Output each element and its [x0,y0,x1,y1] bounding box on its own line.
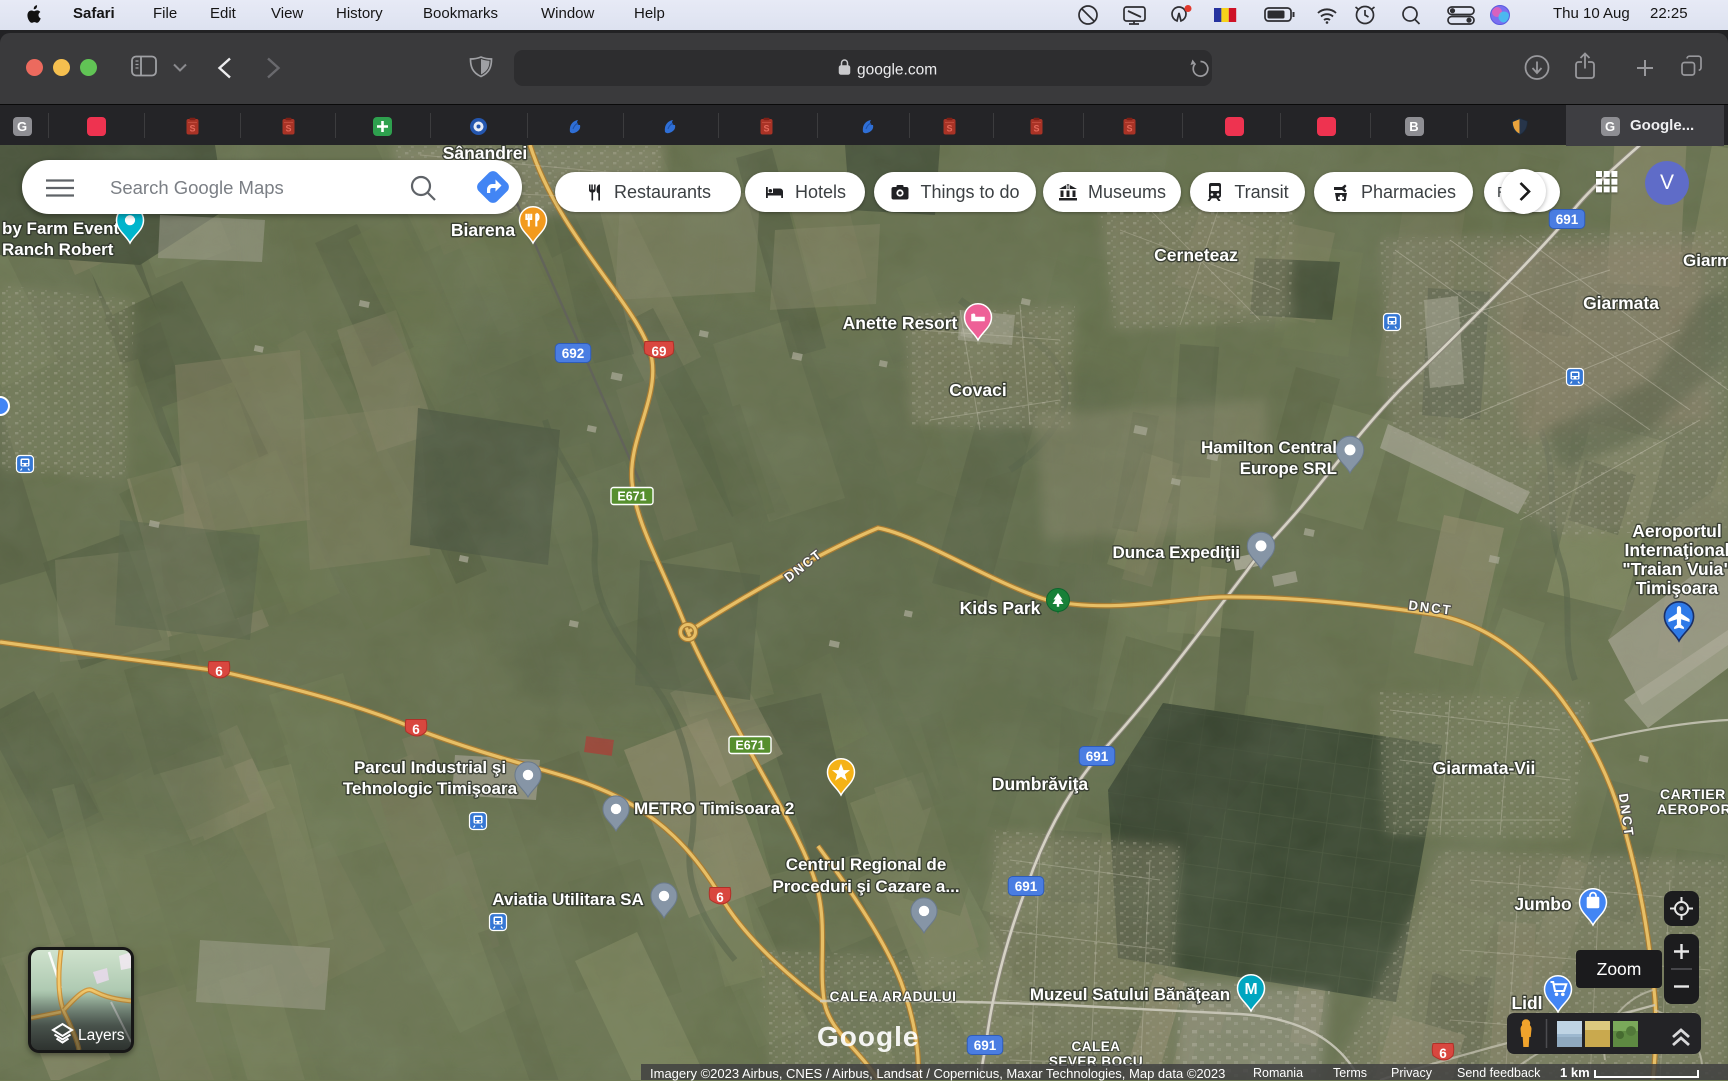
svg-text:google.com: google.com [857,62,937,79]
svg-text:S: S [946,124,952,134]
svg-text:Search Google Maps: Search Google Maps [110,177,284,198]
svg-text:S: S [285,124,291,134]
svg-text:S: S [189,124,195,134]
svg-text:S: S [1126,124,1132,134]
svg-text:Layers: Layers [78,1027,125,1044]
svg-text:S: S [1033,124,1039,134]
svg-text:M: M [1066,185,1070,191]
svg-text:S: S [763,124,769,134]
